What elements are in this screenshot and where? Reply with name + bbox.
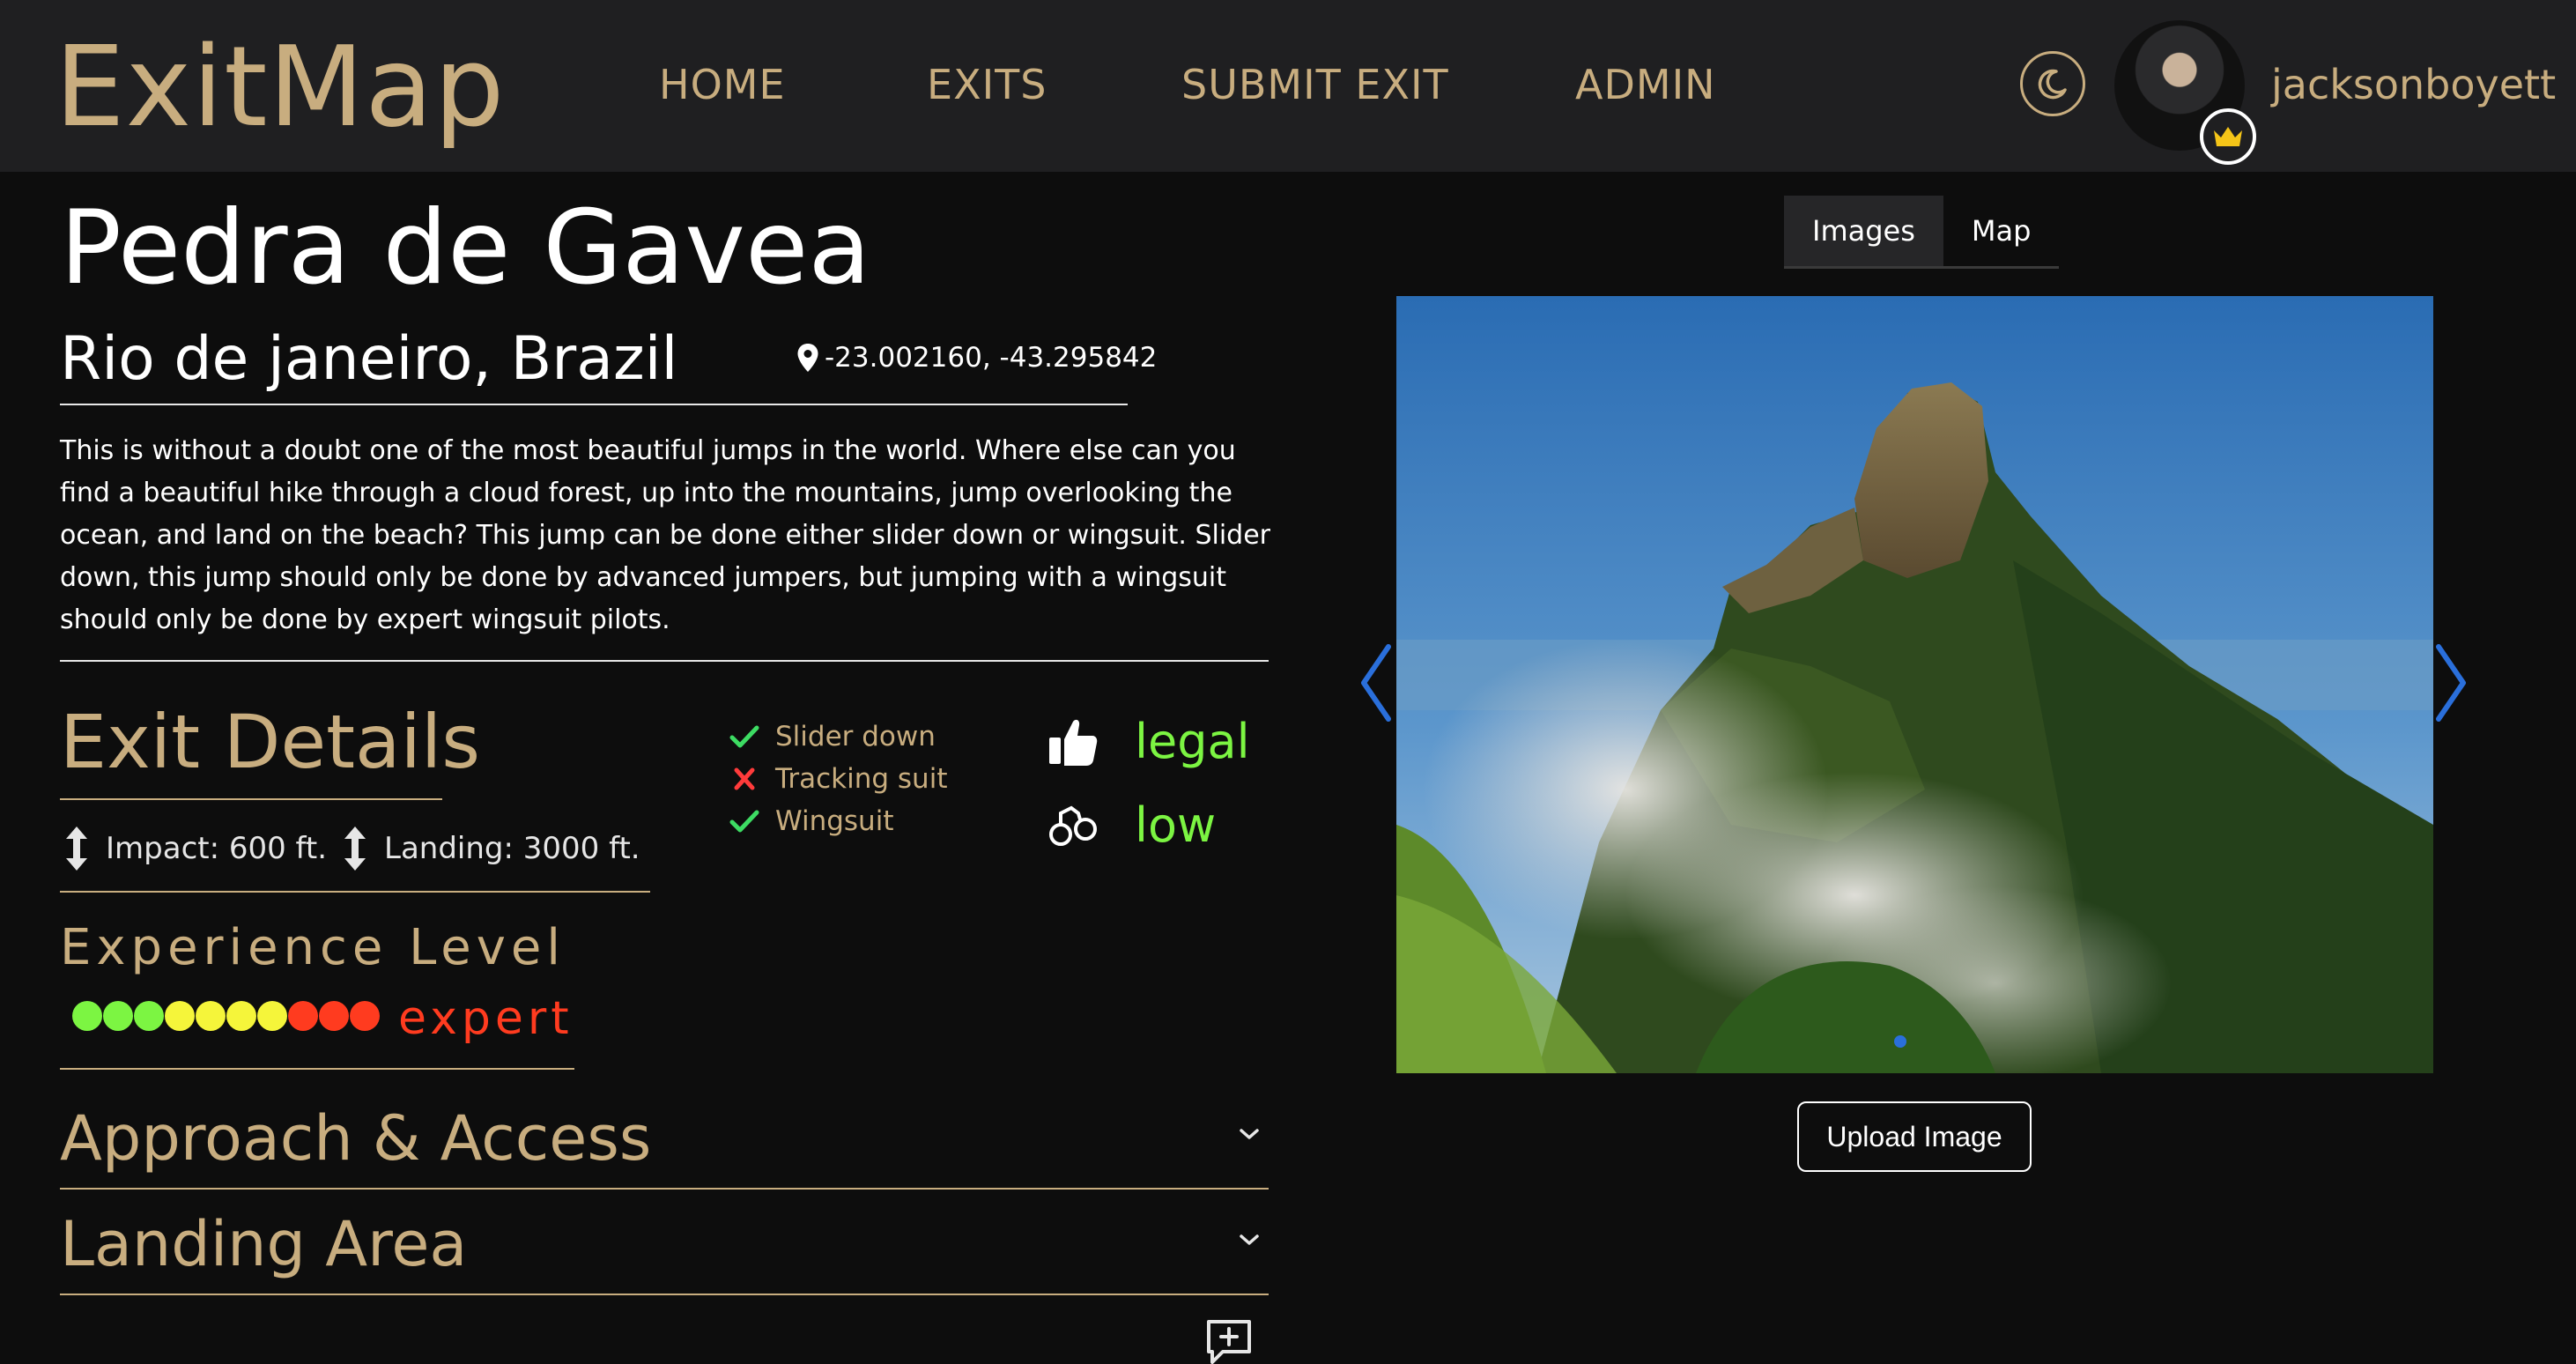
carousel-prev-arrow[interactable]: [1358, 643, 1394, 723]
username[interactable]: jacksonboyett: [2271, 58, 2556, 111]
media-tabs: Images Map: [1784, 196, 2060, 269]
page-title: Pedra de Gavea: [60, 189, 871, 308]
divider: [60, 660, 1269, 662]
impact-label: Impact: 600 ft.: [106, 831, 328, 866]
landing-stat: Landing: 3000 ft.: [342, 825, 640, 872]
experience-level-heading: Experience Level: [60, 919, 566, 976]
landing-area-toggle[interactable]: Landing Area: [60, 1198, 467, 1290]
divider: [60, 1188, 1269, 1190]
brand-logo[interactable]: ExitMap: [55, 21, 506, 153]
heading-underline: [60, 798, 442, 800]
divider: [60, 891, 650, 893]
level-dot: [350, 1001, 380, 1031]
vertical-arrows-icon: [66, 827, 87, 871]
carousel-next-arrow[interactable]: [2433, 643, 2469, 723]
jump-type-label: Tracking suit: [775, 763, 948, 795]
approach-access-toggle[interactable]: Approach & Access: [60, 1093, 651, 1184]
check-icon: [729, 725, 759, 748]
level-dot: [165, 1001, 195, 1031]
nav-home[interactable]: HOME: [659, 58, 786, 111]
mountain-photo: [1396, 296, 2433, 1073]
level-dot: [196, 1001, 226, 1031]
map-pin-icon: [797, 344, 818, 372]
level-dot: [257, 1001, 287, 1031]
jump-type-wingsuit: Wingsuit: [729, 800, 947, 842]
nav-exits[interactable]: EXITS: [927, 58, 1047, 111]
nav-submit-exit[interactable]: SUBMIT EXIT: [1181, 58, 1449, 111]
moon-icon: [2038, 69, 2067, 100]
exit-location: Rio de janeiro, Brazil: [60, 324, 678, 394]
level-dot: [288, 1001, 318, 1031]
admin-badge: [2200, 108, 2256, 165]
jump-type-label: Slider down: [775, 721, 936, 752]
x-icon: [734, 767, 755, 790]
divider: [60, 1068, 574, 1070]
level-dot: [226, 1001, 256, 1031]
experience-level-meter: [72, 1001, 380, 1031]
experience-label: expert: [398, 992, 574, 1045]
upload-image-button[interactable]: Upload Image: [1797, 1101, 2032, 1172]
legality-label: legal: [1135, 714, 1250, 769]
nav-admin[interactable]: ADMIN: [1575, 58, 1716, 111]
bust-risk-status: low: [1047, 797, 1216, 853]
add-comment-icon[interactable]: [1205, 1318, 1253, 1364]
landing-label: Landing: 3000 ft.: [384, 831, 640, 866]
theme-toggle-button[interactable]: [2020, 51, 2085, 116]
tab-images[interactable]: Images: [1784, 196, 1943, 266]
impact-stat: Impact: 600 ft.: [63, 825, 327, 872]
tab-map[interactable]: Map: [1943, 196, 2060, 266]
chevron-down-icon[interactable]: [1237, 1126, 1262, 1142]
thumbs-up-icon: [1049, 719, 1098, 766]
level-dot: [319, 1001, 349, 1031]
handcuffs-icon: [1049, 805, 1097, 846]
exit-photo[interactable]: [1396, 296, 2433, 1073]
check-icon: [729, 810, 759, 833]
legality-status: legal: [1047, 714, 1250, 769]
level-dot: [72, 1001, 102, 1031]
divider: [60, 1294, 1269, 1295]
top-nav: ExitMap HOME EXITS SUBMIT EXIT ADMIN jac…: [0, 0, 2576, 172]
level-dot: [134, 1001, 164, 1031]
jump-type-slider-down: Slider down: [729, 715, 947, 758]
divider: [60, 404, 1128, 405]
carousel-indicator[interactable]: [1894, 1035, 1906, 1048]
exit-description: This is without a doubt one of the most …: [60, 435, 1271, 635]
bust-risk-label: low: [1135, 797, 1217, 853]
jump-type-tracking-suit: Tracking suit: [729, 758, 947, 800]
coordinates-text: -23.002160, -43.295842: [825, 342, 1158, 374]
coordinates[interactable]: -23.002160, -43.295842: [796, 338, 1157, 377]
level-dot: [103, 1001, 133, 1031]
jump-types-list: Slider down Tracking suit Wingsuit: [729, 715, 947, 842]
exit-details-heading: Exit Details: [60, 699, 480, 785]
jump-type-label: Wingsuit: [775, 805, 894, 837]
vertical-arrows-icon: [344, 827, 366, 871]
crown-icon: [2214, 127, 2242, 146]
chevron-down-icon[interactable]: [1237, 1232, 1262, 1248]
